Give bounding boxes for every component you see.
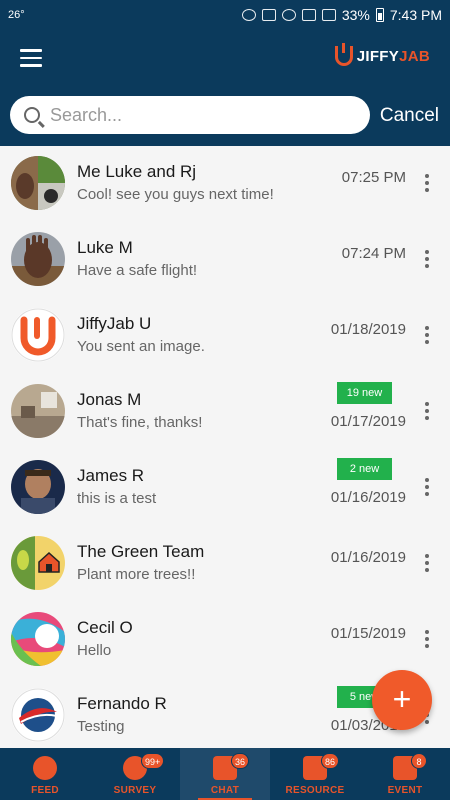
more-options-icon[interactable] (425, 174, 429, 192)
nav-label: CHAT (210, 785, 240, 796)
avatar (11, 536, 65, 590)
chat-time: 01/15/2019 (330, 625, 406, 642)
cancel-button[interactable]: Cancel (380, 105, 439, 127)
logo-icon (334, 43, 353, 66)
chat-preview: Hello (77, 642, 112, 659)
search-icon (24, 107, 40, 123)
nav-feed[interactable]: FEED (0, 748, 90, 800)
alarm-icon (281, 9, 296, 21)
nav-resource[interactable]: 86 RESOURCE (270, 748, 360, 800)
app-bar: JIFFYJAB (0, 30, 450, 86)
avatar (11, 232, 65, 286)
nav-count-badge: 36 (231, 753, 250, 769)
nav-label: FEED (31, 785, 59, 796)
nav-label: EVENT (387, 785, 423, 796)
chat-preview: Have a safe flight! (77, 262, 198, 279)
signal-icon (321, 9, 336, 21)
wifi-icon (301, 9, 316, 21)
chat-time: 01/16/2019 (330, 549, 406, 566)
nav-count-badge: 86 (321, 753, 340, 769)
chat-time: 07:24 PM (341, 245, 406, 262)
avatar (11, 308, 65, 362)
battery-percentage: 33% (341, 7, 370, 23)
avatar (11, 384, 65, 438)
chat-row[interactable]: Luke M Have a safe flight! 07:24 PM (0, 222, 450, 298)
chat-preview: That's fine, thanks! (77, 414, 203, 431)
nav-label: SURVEY (113, 785, 157, 796)
new-messages-badge: 2 new (337, 458, 392, 480)
status-time: 7:43 PM (389, 7, 442, 23)
logo-text-jab: JAB (399, 47, 430, 65)
chat-name: Cecil O (77, 618, 133, 637)
nav-label: RESOURCE (285, 785, 345, 796)
chat-preview: Plant more trees!! (77, 566, 196, 583)
chat-name: Luke M (77, 238, 133, 257)
status-bar: 26° 33% 7:43 PM (0, 0, 450, 30)
chat-row[interactable]: Jonas M That's fine, thanks! 19 new 01/1… (0, 374, 450, 450)
menu-icon[interactable] (20, 49, 42, 67)
more-options-icon[interactable] (425, 554, 429, 572)
search-box[interactable] (10, 96, 370, 134)
chat-row[interactable]: Cecil O Hello 01/15/2019 (0, 602, 450, 678)
search-input[interactable] (50, 104, 340, 126)
chat-name: Me Luke and Rj (77, 162, 197, 181)
nav-count-badge: 99+ (141, 753, 165, 769)
avatar (11, 688, 65, 742)
chat-row[interactable]: Me Luke and Rj Cool! see you guys next t… (0, 146, 450, 222)
battery-icon (375, 8, 384, 22)
more-options-icon[interactable] (425, 402, 429, 420)
status-temperature: 26° (8, 9, 25, 21)
chat-time: 01/17/2019 (330, 413, 406, 430)
chat-time: 01/16/2019 (330, 489, 406, 506)
chat-time: 01/18/2019 (330, 321, 406, 338)
chat-row[interactable]: JiffyJab U You sent an image. 01/18/2019 (0, 298, 450, 374)
bluetooth-icon (241, 9, 256, 21)
avatar (11, 156, 65, 210)
chat-name: The Green Team (77, 542, 205, 561)
new-messages-badge: 19 new (337, 382, 392, 404)
chat-row[interactable]: James R this is a test 2 new 01/16/2019 (0, 450, 450, 526)
more-options-icon[interactable] (425, 630, 429, 648)
home-icon (33, 756, 57, 780)
chat-preview: Cool! see you guys next time! (77, 186, 274, 203)
chat-row[interactable]: The Green Team Plant more trees!! 01/16/… (0, 526, 450, 602)
chat-time: 07:25 PM (341, 169, 406, 186)
plus-icon: + (392, 681, 412, 717)
bottom-nav: FEED 99+ SURVEY 36 CHAT 86 RESOURCE 8 EV… (0, 748, 450, 800)
more-options-icon[interactable] (425, 478, 429, 496)
nav-survey[interactable]: 99+ SURVEY (90, 748, 180, 800)
chat-name: James R (77, 466, 145, 485)
chat-preview: Testing (77, 718, 125, 735)
mute-icon (261, 9, 276, 21)
chat-name: JiffyJab U (77, 314, 152, 333)
new-chat-button[interactable]: + (372, 670, 432, 730)
chat-preview: this is a test (77, 490, 157, 507)
chat-name: Fernando R (77, 694, 167, 713)
chat-name: Jonas M (77, 390, 142, 409)
logo-text-jiffy: JIFFY (356, 47, 400, 65)
nav-chat[interactable]: 36 CHAT (180, 748, 270, 800)
avatar (11, 612, 65, 666)
more-options-icon[interactable] (425, 250, 429, 268)
avatar (11, 460, 65, 514)
more-options-icon[interactable] (425, 326, 429, 344)
nav-event[interactable]: 8 EVENT (360, 748, 450, 800)
chat-preview: You sent an image. (77, 338, 205, 355)
search-bar: Cancel (0, 86, 450, 146)
nav-count-badge: 8 (411, 753, 427, 769)
app-logo: JIFFYJAB (334, 43, 430, 66)
chat-list: Me Luke and Rj Cool! see you guys next t… (0, 146, 450, 748)
